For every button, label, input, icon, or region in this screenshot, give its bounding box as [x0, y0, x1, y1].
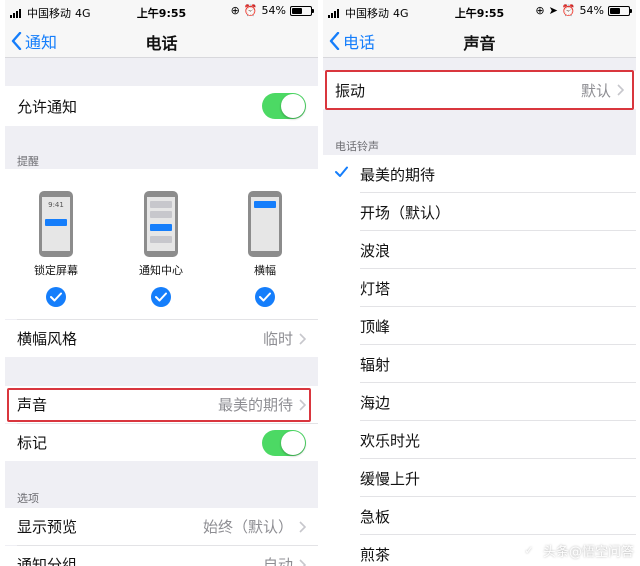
badges-label: 标记 [17, 434, 48, 452]
ringtone-row[interactable]: 开场（默认） [323, 193, 636, 231]
ringtone-label: 辐射 [360, 355, 391, 374]
page-title: 电话 [145, 34, 178, 53]
battery-percent: 54% [261, 4, 286, 17]
allow-notifications-label: 允许通知 [17, 97, 78, 116]
battery-percent: 54% [579, 4, 604, 17]
sounds-label: 声音 [17, 396, 48, 414]
location-icon: ➤ [548, 4, 558, 17]
ringtone-label: 灯塔 [360, 279, 391, 298]
checkmark-icon [50, 292, 62, 302]
navigation-bar: 电话 声音 [323, 24, 636, 58]
ringtone-row[interactable]: 辐射 [323, 345, 636, 383]
page-title: 声音 [463, 34, 496, 53]
vibration-row[interactable]: 振动 默认 [323, 71, 636, 109]
orientation-lock-icon: ⊕ [535, 4, 545, 17]
alarm-icon: ⏰ [561, 4, 576, 17]
ringtone-label: 煎茶 [360, 545, 391, 564]
options-section-header: 选项 [17, 492, 39, 505]
ringtone-label: 开场（默认） [360, 203, 451, 222]
ringtone-label: 最美的期待 [360, 165, 436, 184]
checkmark-icon [259, 292, 271, 302]
lock-screen-label: 锁定屏幕 [34, 264, 78, 277]
checkmark-icon [155, 292, 167, 302]
notification-center-check[interactable] [151, 287, 171, 307]
ringtone-row[interactable]: 欢乐时光 [323, 421, 636, 459]
ringtone-label: 波浪 [360, 241, 391, 260]
ringtone-label: 欢乐时光 [360, 431, 421, 450]
ringtone-label: 缓慢上升 [360, 469, 421, 488]
show-previews-value: 始终（默认） [202, 518, 293, 536]
status-bar: 中国移动 4G 上午9:55 ⊕ ➤ ⏰ 54% [323, 0, 636, 24]
chevron-right-icon [299, 398, 306, 411]
ringtone-row[interactable]: 顶峰 [323, 307, 636, 345]
sounds-row[interactable]: 声音 最美的期待 [5, 386, 318, 423]
watermark: ✓ 头条@悟空问答 [518, 540, 634, 560]
show-previews-row[interactable]: 显示预览 始终（默认） [5, 508, 318, 545]
ringtones-section-header: 电话铃声 [335, 140, 379, 153]
ringtone-row[interactable]: 海边 [323, 383, 636, 421]
notification-center-preview[interactable] [144, 191, 178, 257]
banners-label: 横幅 [254, 264, 276, 277]
battery-icon [290, 5, 314, 16]
ringtone-label: 顶峰 [360, 317, 391, 336]
banner-style-value: 临时 [262, 330, 293, 348]
notification-settings-screen: 中国移动 4G 上午9:55 ⊕ ⏰ 54% 通知 电话 允许通知 提醒 9:4… [5, 0, 318, 566]
ringtone-row[interactable]: 波浪 [323, 231, 636, 269]
allow-notifications-row: 允许通知 [5, 86, 318, 126]
chevron-right-icon [299, 332, 306, 345]
vibration-label: 振动 [335, 81, 366, 100]
lock-screen-check[interactable] [46, 287, 66, 307]
checkmark-icon [335, 166, 348, 177]
notification-center-label: 通知中心 [139, 264, 183, 277]
show-previews-label: 显示预览 [17, 518, 78, 536]
orientation-lock-icon: ⊕ [230, 4, 240, 17]
alerts-section-header: 提醒 [17, 155, 39, 168]
notification-grouping-row[interactable]: 通知分组 自动 [5, 546, 318, 566]
chevron-right-icon [617, 84, 624, 96]
ringtone-row[interactable]: 灯塔 [323, 269, 636, 307]
ringtone-label: 急板 [360, 507, 391, 526]
badges-row: 标记 [5, 424, 318, 461]
navigation-bar: 通知 电话 [5, 24, 318, 58]
allow-notifications-toggle[interactable] [262, 93, 306, 119]
sounds-screen: 中国移动 4G 上午9:55 ⊕ ➤ ⏰ 54% 电话 声音 振动 默认 电话铃… [323, 0, 636, 566]
watermark-text: 头条@悟空问答 [542, 544, 634, 560]
vibration-value: 默认 [580, 81, 611, 100]
banner-style-label: 横幅风格 [17, 330, 78, 348]
notification-grouping-label: 通知分组 [17, 556, 78, 566]
banners-check[interactable] [255, 287, 275, 307]
ringtone-row[interactable]: 缓慢上升 [323, 459, 636, 497]
chevron-right-icon [299, 520, 306, 533]
banner-style-row[interactable]: 横幅风格 临时 [5, 320, 318, 357]
banners-preview[interactable] [248, 191, 282, 257]
watermark-logo-icon: ✓ [518, 540, 539, 560]
lock-screen-preview[interactable]: 9:41 [39, 191, 73, 257]
battery-icon [608, 5, 632, 16]
alert-style-picker: 9:41 锁定屏幕 通知中心 横幅 [5, 169, 318, 319]
status-bar: 中国移动 4G 上午9:55 ⊕ ⏰ 54% [5, 0, 318, 24]
ringtone-label: 海边 [360, 393, 391, 412]
phone-time: 9:41 [48, 201, 64, 209]
badges-toggle[interactable] [262, 429, 306, 456]
chevron-right-icon [299, 558, 306, 566]
sounds-value: 最美的期待 [217, 396, 293, 414]
alarm-icon: ⏰ [243, 4, 258, 17]
ringtone-row[interactable]: 急板 [323, 497, 636, 535]
notification-grouping-value: 自动 [262, 556, 293, 566]
ringtone-row[interactable]: 最美的期待 [323, 155, 636, 193]
